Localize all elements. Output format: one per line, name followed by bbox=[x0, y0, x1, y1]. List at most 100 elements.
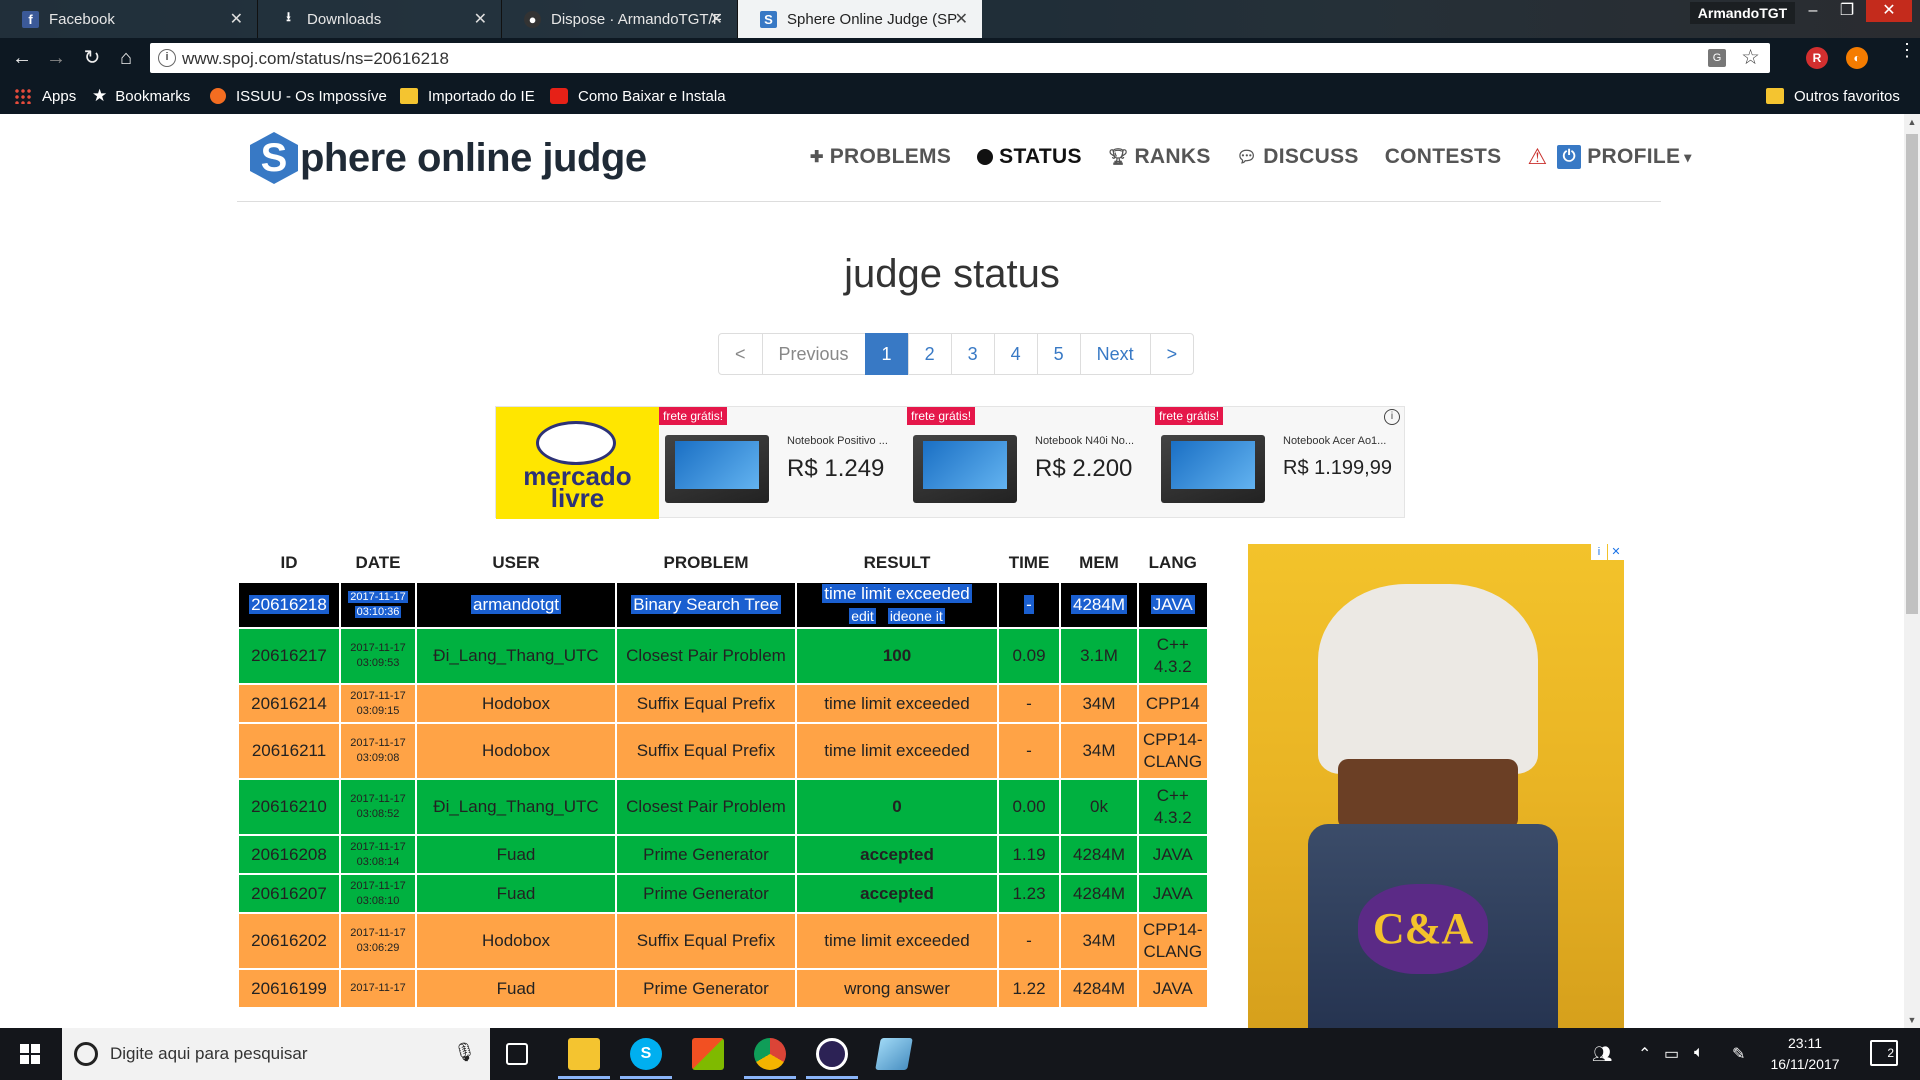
cell-problem[interactable]: Prime Generator bbox=[617, 836, 795, 873]
app-icon[interactable] bbox=[875, 1038, 913, 1070]
cell-id[interactable]: 20616199 bbox=[239, 970, 339, 1007]
page-button-5[interactable]: 5 bbox=[1036, 333, 1081, 375]
back-icon[interactable]: ← bbox=[8, 44, 36, 72]
page-button-1[interactable]: 1 bbox=[864, 333, 909, 375]
ad-product[interactable]: frete grátis! Notebook Acer Ao1... R$ 1.… bbox=[1155, 407, 1403, 519]
volume-icon[interactable]: 🔈︎ bbox=[1694, 1044, 1704, 1062]
file-explorer-icon[interactable] bbox=[568, 1038, 600, 1070]
page-scrollbar[interactable]: ▲ ▼ bbox=[1904, 114, 1920, 1028]
cell-id[interactable]: 20616218 bbox=[239, 583, 339, 627]
cell-user[interactable]: Hodobox bbox=[417, 724, 615, 778]
cell-problem[interactable]: Closest Pair Problem bbox=[617, 780, 795, 834]
cell-user[interactable]: Fuad bbox=[417, 836, 615, 873]
cell-user[interactable]: Fuad bbox=[417, 875, 615, 912]
nav-contests[interactable]: CONTESTS bbox=[1385, 145, 1502, 169]
table-row[interactable]: 20616210 2017-11-17 03:08:52 Đi_Lang_Thang_… bbox=[239, 780, 1207, 834]
reload-icon[interactable]: ↻ bbox=[78, 44, 106, 72]
page-next-button[interactable]: Next bbox=[1079, 333, 1151, 375]
restore-icon[interactable]: ❐ bbox=[1830, 0, 1864, 22]
close-icon[interactable]: ✕ bbox=[710, 9, 723, 29]
chrome-icon[interactable] bbox=[754, 1038, 786, 1070]
bookmark-star-icon[interactable]: ☆ bbox=[1741, 45, 1760, 70]
cell-id[interactable]: 20616217 bbox=[239, 629, 339, 683]
ideone-link[interactable]: ideone it bbox=[887, 608, 945, 624]
tab-github[interactable]: ● Dispose · ArmandoTGT/F ✕ bbox=[502, 0, 738, 38]
ad-product[interactable]: frete grátis! Notebook Positivo ... R$ 1… bbox=[659, 407, 907, 519]
table-row[interactable]: 20616218 2017-11-17 03:10:36 armandotgt Bina… bbox=[239, 583, 1207, 627]
tab-downloads[interactable]: ⭳ Downloads ✕ bbox=[258, 0, 502, 38]
cell-user[interactable]: Fuad bbox=[417, 970, 615, 1007]
cell-problem[interactable]: Suffix Equal Prefix bbox=[617, 914, 795, 968]
url-text[interactable]: www.spoj.com/status/ns=20616218 bbox=[182, 49, 449, 69]
close-icon[interactable]: ✕ bbox=[230, 9, 243, 29]
table-row[interactable]: 20616207 2017-11-17 03:08:10 Fuad Prime Gene… bbox=[239, 875, 1207, 912]
cell-problem[interactable]: Prime Generator bbox=[617, 875, 795, 912]
taskbar-clock[interactable]: 23:11 16/11/2017 bbox=[1770, 1033, 1840, 1075]
skype-icon[interactable]: S bbox=[630, 1038, 662, 1070]
cell-id[interactable]: 20616214 bbox=[239, 685, 339, 722]
network-icon[interactable]: ▭ bbox=[1664, 1044, 1679, 1064]
table-row[interactable]: 20616199 2017-11-17 Fuad Prime Generator wro… bbox=[239, 970, 1207, 1007]
table-row[interactable]: 20616211 2017-11-17 03:09:08 Hodobox Suffix … bbox=[239, 724, 1207, 778]
cell-id[interactable]: 20616202 bbox=[239, 914, 339, 968]
task-view-icon[interactable] bbox=[506, 1043, 528, 1065]
tab-facebook[interactable]: f Facebook ✕ bbox=[0, 0, 258, 38]
cell-id[interactable]: 20616207 bbox=[239, 875, 339, 912]
start-button[interactable] bbox=[0, 1028, 60, 1080]
menu-icon[interactable]: ⋮ bbox=[1898, 41, 1916, 59]
scroll-down-icon[interactable]: ▼ bbox=[1904, 1012, 1920, 1028]
edit-link[interactable]: edit bbox=[849, 608, 876, 624]
side-ad[interactable]: C&A i ✕ bbox=[1248, 544, 1624, 1028]
cell-problem[interactable]: Binary Search Tree bbox=[617, 583, 795, 627]
page-first-button[interactable]: < bbox=[718, 333, 763, 375]
cell-user[interactable]: Hodobox bbox=[417, 914, 615, 968]
cell-user[interactable]: armandotgt bbox=[417, 583, 615, 627]
table-row[interactable]: 20616202 2017-11-17 03:06:29 Hodobox Suffix … bbox=[239, 914, 1207, 968]
address-bar[interactable]: i www.spoj.com/status/ns=20616218 G ☆ bbox=[150, 43, 1770, 73]
cell-problem[interactable]: Closest Pair Problem bbox=[617, 629, 795, 683]
bookmark-ie-folder[interactable]: Importado do IE bbox=[400, 78, 535, 114]
scroll-thumb[interactable] bbox=[1906, 134, 1918, 614]
scroll-up-icon[interactable]: ▲ bbox=[1904, 114, 1920, 130]
store-icon[interactable] bbox=[692, 1038, 724, 1070]
bookmark-bookmarks[interactable]: ★ Bookmarks bbox=[92, 78, 190, 114]
people-icon[interactable]: 👥︎ bbox=[1592, 1044, 1612, 1064]
taskbar-search[interactable]: Digite aqui para pesquisar 🎙︎ bbox=[62, 1028, 490, 1080]
nav-problems[interactable]: ✚ PROBLEMS bbox=[810, 145, 951, 169]
banner-ad[interactable]: mercado livre frete grátis! Notebook Pos… bbox=[495, 406, 1405, 519]
bookmark-youtube[interactable]: Como Baixar e Instala bbox=[550, 78, 726, 114]
chevron-up-icon[interactable]: ⌃ bbox=[1638, 1044, 1651, 1064]
cell-user[interactable]: Hodobox bbox=[417, 685, 615, 722]
pen-icon[interactable]: ✎ bbox=[1732, 1044, 1745, 1064]
profile-name[interactable]: ArmandoTGT bbox=[1690, 2, 1795, 24]
cell-problem[interactable]: Prime Generator bbox=[617, 970, 795, 1007]
ad-info-icon[interactable]: i bbox=[1384, 409, 1400, 425]
nav-status[interactable]: STATUS bbox=[977, 145, 1082, 169]
page-button-3[interactable]: 3 bbox=[950, 333, 995, 375]
spoj-logo[interactable]: S phere online judge bbox=[250, 132, 647, 184]
mercado-livre-logo[interactable]: mercado livre bbox=[496, 407, 659, 519]
nav-profile[interactable]: ⏻ PROFILE ▾ bbox=[1557, 145, 1691, 169]
extension-red-icon[interactable]: R bbox=[1806, 47, 1828, 69]
warning-icon[interactable]: ⚠ bbox=[1527, 144, 1547, 170]
page-button-4[interactable]: 4 bbox=[993, 333, 1038, 375]
nav-discuss[interactable]: 💬︎ DISCUSS bbox=[1237, 145, 1359, 169]
translate-icon[interactable]: G bbox=[1708, 49, 1726, 67]
cell-problem[interactable]: Suffix Equal Prefix bbox=[617, 724, 795, 778]
page-button-2[interactable]: 2 bbox=[907, 333, 952, 375]
tab-spoj[interactable]: S Sphere Online Judge (SP ✕ bbox=[738, 0, 982, 38]
ad-close-icon[interactable]: ✕ bbox=[1608, 544, 1624, 560]
cell-user[interactable]: Đi_Lang_Thang_UTC bbox=[417, 780, 615, 834]
notification-center-icon[interactable]: 2 bbox=[1870, 1040, 1898, 1066]
cell-id[interactable]: 20616211 bbox=[239, 724, 339, 778]
home-icon[interactable]: ⌂ bbox=[112, 44, 140, 72]
page-last-button[interactable]: > bbox=[1149, 333, 1195, 375]
close-icon[interactable]: ✕ bbox=[474, 9, 487, 29]
cell-user[interactable]: Đi_Lang_Thang_UTC bbox=[417, 629, 615, 683]
ad-info-icon[interactable]: i bbox=[1591, 544, 1607, 560]
ad-product[interactable]: frete grátis! Notebook N40i No... R$ 2.2… bbox=[907, 407, 1155, 519]
microphone-icon[interactable]: 🎙︎ bbox=[453, 1042, 476, 1063]
extension-orange-icon[interactable]: ◐ bbox=[1846, 47, 1868, 69]
search-placeholder[interactable]: Digite aqui para pesquisar bbox=[110, 1044, 308, 1064]
cell-id[interactable]: 20616208 bbox=[239, 836, 339, 873]
